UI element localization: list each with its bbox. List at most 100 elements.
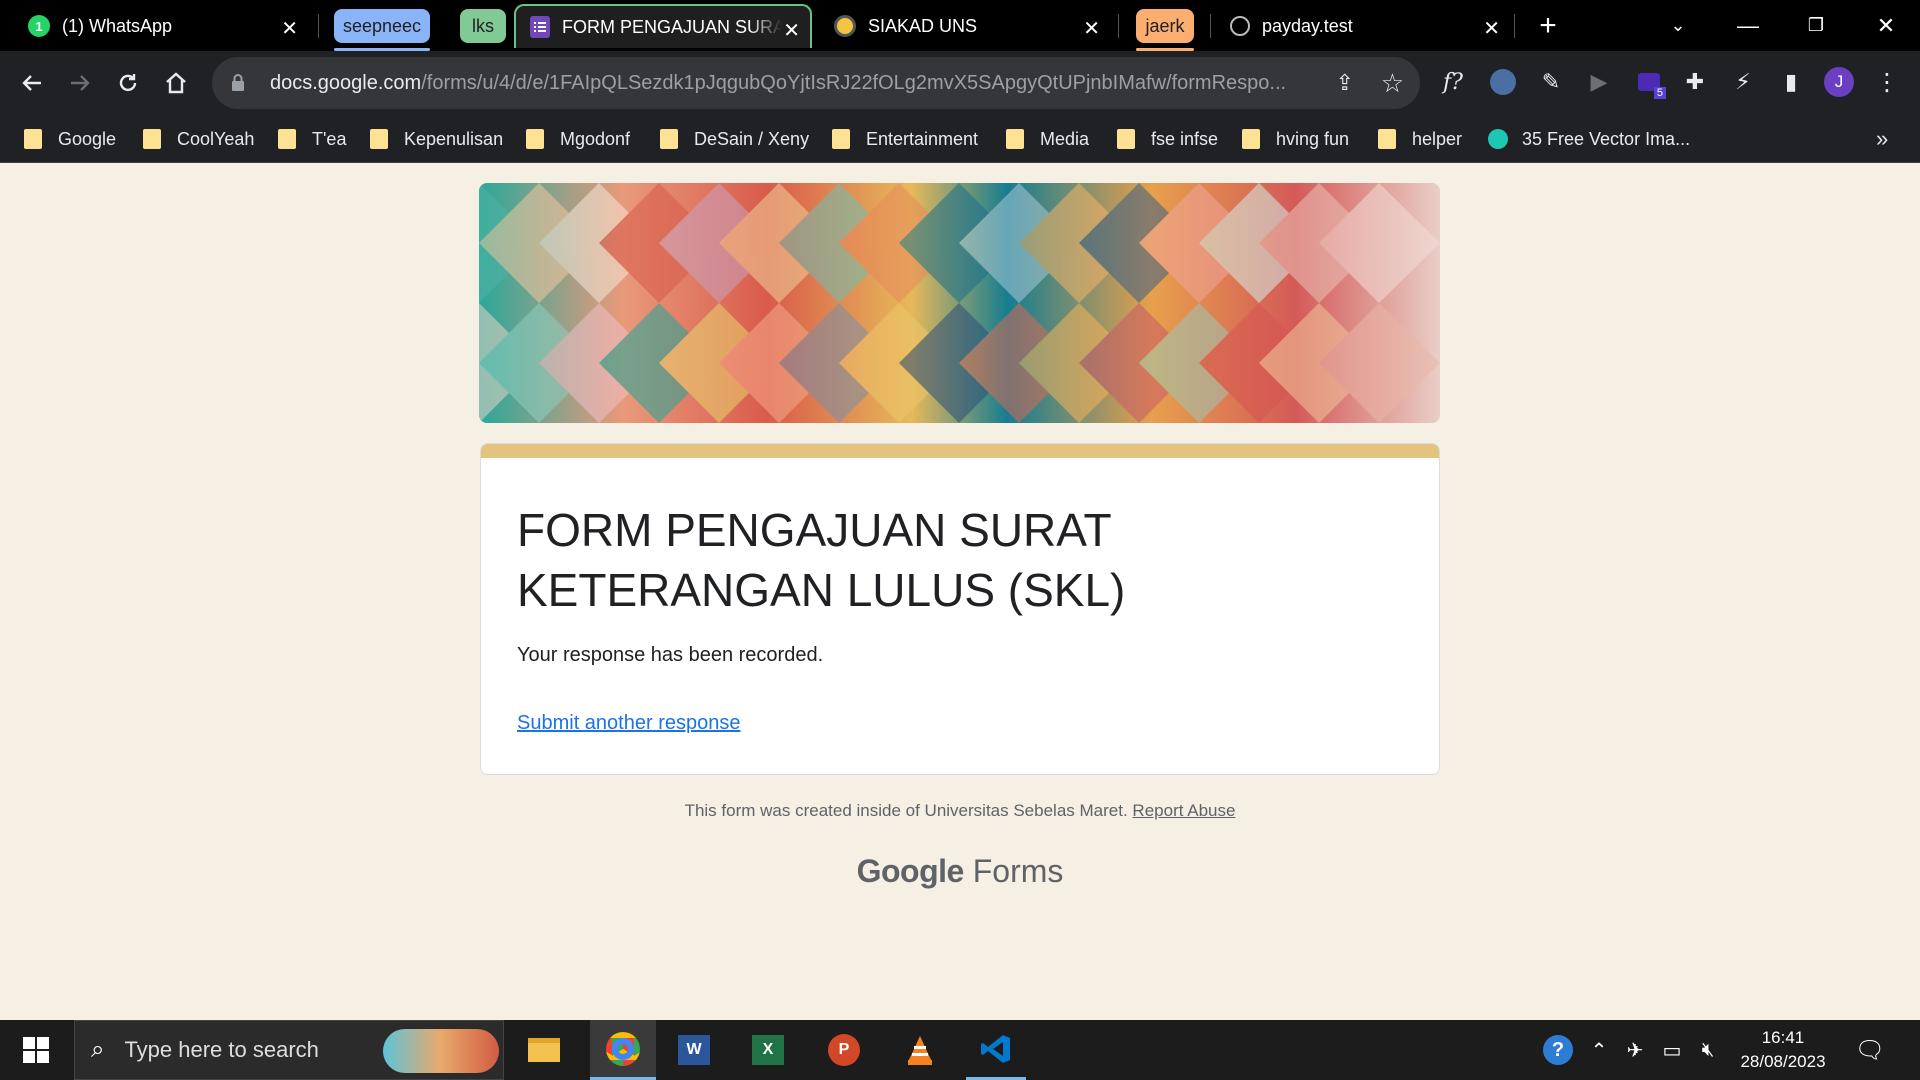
search-placeholder: Type here to search [124,1037,319,1062]
close-window-button[interactable]: ✕ [1856,0,1916,51]
bookmark-mgodonf[interactable]: Mgodonf [526,126,630,152]
back-arrow-icon [22,75,41,91]
bolt-extension-icon[interactable]: ⚡ [1726,65,1760,99]
bookmark-star-icon[interactable]: ☆ [1381,68,1404,99]
bookmark-fse-infse[interactable]: fse infse [1117,126,1218,152]
extensions-puzzle-icon[interactable]: ✚ [1678,65,1712,99]
taskbar-clock[interactable]: 16:41 28/08/2023 [1728,1026,1838,1074]
cursor-extension-icon[interactable] [1486,65,1520,99]
restore-button[interactable]: ❐ [1786,0,1846,51]
bookmarks-overflow-button[interactable]: » [1876,126,1888,152]
extension-badge: 5 [1653,87,1666,99]
folder-icon [143,129,161,149]
tab-separator [1118,14,1119,38]
home-icon [166,72,186,94]
start-button[interactable] [6,1020,66,1080]
tab-search-icon[interactable]: ⌄ [1648,0,1708,51]
play-extension-icon[interactable]: ▶ [1582,65,1616,99]
reload-button[interactable] [108,63,148,103]
bookmark-tea[interactable]: T'ea [278,126,346,152]
bookmark-helper[interactable]: helper [1378,126,1462,152]
search-highlight-image [383,1029,499,1073]
windows-logo-icon [23,1037,49,1063]
globe-icon [1230,16,1250,36]
tab-separator [1210,14,1211,38]
chrome-menu-icon[interactable]: ⋮ [1870,65,1904,99]
close-icon[interactable]: ✕ [1083,16,1100,41]
back-button[interactable] [12,63,52,103]
help-tray-icon[interactable]: ? [1540,1020,1576,1080]
taskbar-search-box[interactable]: ⌕ Type here to search [74,1020,504,1080]
bookmark-coolyeah[interactable]: CoolYeah [143,126,254,152]
battery-icon[interactable]: ▭ [1656,1020,1688,1080]
volume-muted-icon[interactable]: 🔇︎ [1692,1020,1724,1080]
tab-group-jaerk[interactable]: jaerk [1136,9,1194,43]
vlc-icon[interactable] [890,1020,950,1080]
forward-button[interactable] [60,63,100,103]
close-icon[interactable]: ✕ [783,18,800,43]
excel-icon[interactable]: X [738,1020,798,1080]
tab-title: SIAKAD UNS [868,15,978,36]
close-icon[interactable]: ✕ [281,16,298,41]
lock-icon [230,73,246,93]
clock-time: 16:41 [1761,1028,1805,1047]
stack-extension-icon[interactable]: 5 [1632,65,1666,99]
folder-icon [1242,129,1260,149]
address-bar[interactable]: docs.google.com/forms/u/4/d/e/1FAIpQLSez… [212,57,1420,109]
vector-site-icon [1488,129,1508,149]
bookmark-label: Kepenulisan [404,128,504,149]
close-icon[interactable]: ✕ [1483,16,1500,41]
tab-payday[interactable]: payday.test ✕ [1220,4,1510,48]
google-forms-logo[interactable]: Google Forms [0,853,1920,890]
siakad-icon [834,15,856,37]
bookmark-desain-xeny[interactable]: DeSain / Xeny [660,126,809,152]
tab-group-label: lks [472,15,494,36]
bookmark-hving-fun[interactable]: hving fun [1242,126,1349,152]
formula-extension-icon[interactable]: f? [1436,65,1470,99]
airplane-mode-icon[interactable]: ✈ [1620,1020,1650,1080]
bookmark-label: fse infse [1151,128,1219,149]
home-button[interactable] [156,63,196,103]
folder-icon [526,129,544,149]
new-tab-button[interactable]: + [1518,0,1578,51]
minimize-button[interactable]: — [1718,0,1778,51]
submit-another-response-link[interactable]: Submit another response [517,712,740,735]
bookmark-label: DeSain / Xeny [694,128,810,149]
browser-toolbar: docs.google.com/forms/u/4/d/e/1FAIpQLSez… [0,51,1920,114]
folder-icon [832,129,850,149]
confirmation-message: Your response has been recorded. [517,644,824,666]
notifications-icon[interactable]: 🗨︎ [1850,1020,1890,1080]
word-icon[interactable]: W [664,1020,724,1080]
tab-google-form[interactable]: FORM PENGAJUAN SURAT ✕ [514,4,812,48]
form-footer-note: This form was created inside of Universi… [0,801,1920,821]
bookmark-entertainment[interactable]: Entertainment [832,126,978,152]
tab-group-lks[interactable]: lks [460,9,506,43]
bookmark-label: Mgodonf [560,128,631,149]
profile-avatar[interactable]: J [1822,65,1856,99]
powerpoint-icon[interactable]: P [814,1020,874,1080]
side-panel-icon[interactable]: ▮ [1774,65,1808,99]
chrome-icon[interactable] [590,1020,656,1080]
confirmation-card: FORM PENGAJUAN SURAT KETERANGAN LULUS (S… [480,443,1440,775]
form-title: FORM PENGAJUAN SURAT KETERANGAN LULUS (S… [517,504,1126,616]
tab-siakad[interactable]: SIAKAD UNS ✕ [820,4,1110,48]
color-picker-extension-icon[interactable]: ✎ [1534,65,1568,99]
share-icon[interactable]: ⇪ [1336,70,1354,96]
tab-whatsapp[interactable]: 1 (1) WhatsApp ✕ [18,4,308,48]
windows-taskbar: ⌕ Type here to search W X P ? ⌃ ✈ ▭ 🔇︎ 1… [0,1020,1920,1080]
card-accent-bar [481,444,1439,458]
file-explorer-icon[interactable] [514,1020,574,1080]
bookmark-label: Media [1040,128,1090,149]
tab-title: payday.test [1262,15,1353,36]
tab-group-seepneec[interactable]: seepneec [334,9,430,43]
bookmark-kepenulisan[interactable]: Kepenulisan [370,126,503,152]
tab-group-label: seepneec [342,15,422,36]
vscode-icon[interactable] [966,1020,1026,1080]
folder-icon [370,129,388,149]
report-abuse-link[interactable]: Report Abuse [1132,801,1235,820]
bookmark-google[interactable]: Google [24,126,116,152]
show-hidden-icons-chevron-icon[interactable]: ⌃ [1586,1020,1612,1080]
bookmark-media[interactable]: Media [1006,126,1089,152]
bookmark-free-vector[interactable]: 35 Free Vector Ima... [1488,126,1690,152]
clock-date: 28/08/2023 [1740,1052,1826,1071]
